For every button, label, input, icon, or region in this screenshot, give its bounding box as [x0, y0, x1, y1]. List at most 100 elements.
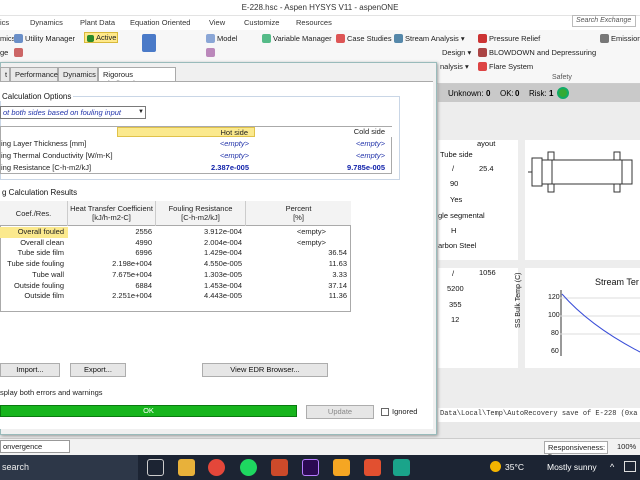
chrome-icon[interactable] — [208, 459, 225, 476]
analysis-button[interactable]: nalysis ▾ — [440, 62, 469, 71]
cold-resistance-cell[interactable]: 9.785e-005 — [255, 163, 391, 173]
proc-value-1: / — [452, 269, 455, 278]
flowsheet-icon — [142, 34, 156, 52]
table-row[interactable]: Overall clean 4990 2.004e-004 <empty> — [0, 238, 351, 249]
risk-label: Risk: — [529, 89, 547, 98]
hot-resistance-cell[interactable]: 2.387e-005 — [117, 163, 255, 173]
ribbon-item-partial-2[interactable]: ge — [0, 48, 8, 57]
cold-conductivity-cell[interactable]: <empty> — [255, 151, 391, 161]
tab-dynamics-partial[interactable]: ics — [0, 18, 9, 27]
hysys-icon[interactable] — [393, 459, 410, 476]
layout-label: ayout — [477, 139, 496, 148]
taskbar-search-text: search — [2, 462, 30, 472]
table-row[interactable]: Overall fouled 2556 3.912e-004 <empty> — [0, 227, 351, 238]
update-button[interactable]: Update — [306, 405, 374, 419]
tab-equation-oriented[interactable]: Equation Oriented — [130, 18, 190, 27]
proc-value-3: 5200 — [447, 284, 464, 293]
stream-analysis-button[interactable]: Stream Analysis ▾ — [394, 34, 465, 43]
temperature-curve — [561, 293, 640, 353]
table-row[interactable]: Outside film 2.251e+004 4.443e-005 11.36 — [0, 291, 351, 302]
ribbon-big-icon[interactable] — [142, 34, 158, 52]
convergence-indicator[interactable]: onvergence — [0, 440, 70, 453]
errors-warnings-option[interactable]: splay both errors and warnings — [0, 388, 103, 397]
log-path-text: Data\Local\Temp\AutoRecovery save of E-2… — [438, 408, 640, 422]
hot-conductivity-cell[interactable]: <empty> — [117, 151, 255, 161]
chart-title: Stream Ter — [595, 277, 639, 287]
table-row[interactable]: Tube side fouling 2.198e+004 4.550e-005 … — [0, 259, 351, 270]
material-value: arbon Steel — [438, 241, 477, 250]
tab-dynamics[interactable]: Dynamics — [30, 18, 63, 27]
case-studies-button[interactable]: Case Studies — [336, 34, 392, 43]
export-button[interactable]: Export... — [70, 363, 126, 377]
app-icon[interactable] — [271, 459, 288, 476]
cold-thickness-cell[interactable]: <empty> — [255, 139, 391, 149]
search-input[interactable]: Search Exchange — [572, 15, 636, 27]
utility-manager-icon — [14, 34, 23, 43]
import-button[interactable]: Import... — [0, 363, 60, 377]
ribbon-icon-a[interactable] — [14, 48, 25, 57]
pressure-relief-button[interactable]: Pressure Relief — [478, 34, 540, 43]
premiere-icon[interactable] — [302, 459, 319, 476]
htc-value: 2.251e+004 — [112, 291, 152, 301]
app-icon[interactable] — [364, 459, 381, 476]
design-button[interactable]: Design ▾ — [442, 48, 471, 57]
fouling-value: 1.303e-005 — [204, 269, 242, 279]
table-row[interactable]: Tube side film 6996 1.429e-004 36.54 — [0, 248, 351, 259]
row-name: Tube side film — [17, 248, 64, 258]
unknown-label: Unknown: — [448, 89, 484, 98]
flare-system-button[interactable]: Flare System — [478, 62, 533, 71]
app-icon[interactable] — [333, 459, 350, 476]
cold-side-header: Cold side — [353, 127, 385, 136]
ribbon-icon-c[interactable] — [206, 48, 217, 57]
tab-dynamics[interactable]: Dynamics — [58, 67, 98, 81]
utility-manager-button[interactable]: Utility Manager — [14, 34, 75, 43]
row-name: Outside fouling — [13, 280, 64, 290]
proc-value-2: 1056 — [479, 268, 496, 277]
fouling-value: 2.004e-004 — [204, 237, 242, 247]
temperature-text: 35°C — [505, 462, 524, 472]
active-toggle[interactable]: Active — [84, 32, 118, 43]
pressure-relief-icon — [478, 34, 487, 43]
percent-value: 11.36 — [328, 291, 347, 301]
row-label-thickness: ing Layer Thickness [mm] — [1, 139, 87, 148]
view-edr-browser-button[interactable]: View EDR Browser... — [202, 363, 328, 377]
spotify-icon[interactable] — [240, 459, 257, 476]
stream-analysis-icon — [394, 34, 403, 43]
ok-label: OK: — [500, 89, 514, 98]
table-row[interactable]: Tube wall 7.675e+004 1.303e-005 3.33 — [0, 270, 351, 281]
chevron-up-icon[interactable]: ^ — [610, 462, 614, 472]
safety-group-label: Safety — [552, 74, 572, 81]
variable-manager-button[interactable]: Variable Manager — [262, 34, 332, 43]
tab-rigorous-shell-tube[interactable]: Rigorous Shell&Tube — [98, 67, 176, 88]
responsiveness-field[interactable]: Responsiveness: 5 — [544, 441, 608, 461]
temperature-plot — [560, 290, 640, 356]
tab-plant-data[interactable]: Plant Data — [80, 18, 115, 27]
model-icon — [206, 34, 215, 43]
y-tick-120: 120 — [548, 294, 560, 301]
ignored-checkbox[interactable] — [381, 408, 389, 416]
menu-tab-strip: ics Dynamics Plant Data Equation Oriente… — [0, 16, 640, 30]
model-button[interactable]: Model — [206, 34, 237, 43]
proc-value-5: 12 — [451, 315, 460, 324]
percent-value: 36.54 — [328, 248, 347, 258]
percent-value: 37.14 — [328, 280, 347, 290]
chevron-down-icon[interactable]: ▼ — [138, 109, 144, 115]
file-explorer-icon[interactable] — [178, 459, 195, 476]
geom-value-1: / — [452, 164, 455, 173]
notification-icon[interactable] — [624, 461, 636, 472]
task-view-icon[interactable] — [147, 459, 164, 476]
tab-performance[interactable]: Performance — [10, 67, 58, 81]
calc-mode-select[interactable]: ot both sides based on fouling input — [0, 106, 146, 119]
taskbar-search[interactable]: search — [0, 455, 138, 480]
htc-value: 2556 — [135, 227, 152, 236]
baffle-type: gle segmental — [438, 211, 485, 220]
blowdown-button[interactable]: BLOWDOWN and Depressuring — [478, 48, 596, 57]
emission-button[interactable]: Emission — [600, 34, 640, 43]
risk-status-icon[interactable] — [557, 87, 569, 99]
tab-resources[interactable]: Resources — [296, 18, 332, 27]
table-row[interactable]: Outside fouling 6884 1.453e-004 37.14 — [0, 281, 351, 292]
tab-view[interactable]: View — [209, 18, 225, 27]
hot-thickness-cell[interactable]: <empty> — [117, 139, 255, 149]
tab-partial[interactable]: t — [0, 67, 10, 81]
tab-customize[interactable]: Customize — [244, 18, 279, 27]
